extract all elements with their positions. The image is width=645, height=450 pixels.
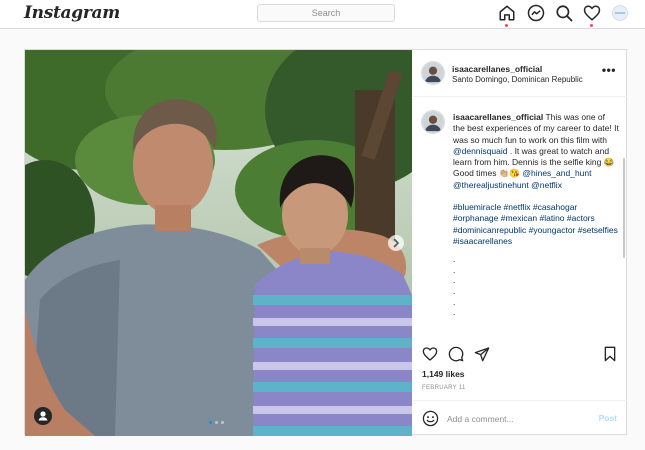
carousel-next-button[interactable] (388, 235, 404, 251)
comment-icon[interactable] (448, 346, 464, 362)
carousel-dot-2 (215, 421, 218, 424)
caption-username[interactable]: isaacarellanes_official (453, 112, 543, 122)
home-icon[interactable] (498, 4, 516, 22)
caption-hashtags[interactable]: #bluemiracle #netflix #casahogar #orphan… (453, 202, 619, 247)
caption-dot-line: . (453, 264, 456, 275)
post-header: isaacarellanes_official Santo Domingo, D… (413, 50, 627, 97)
like-heart-icon[interactable] (422, 346, 438, 362)
like-count[interactable]: 1,149 likes (422, 369, 465, 379)
share-icon[interactable] (474, 346, 490, 362)
mention-link[interactable]: @dennisquaid (453, 146, 507, 156)
photo-illustration (25, 50, 412, 436)
post-location[interactable]: Santo Domingo, Dominican Republic (452, 75, 583, 84)
caption-dot-line: . (453, 275, 456, 286)
top-nav: Instagram Search (0, 0, 645, 29)
post-author-avatar[interactable] (421, 61, 445, 85)
messenger-icon[interactable] (527, 4, 545, 22)
caption-dots: . . . . . . (453, 254, 619, 318)
caption-dot-line: . (453, 254, 456, 265)
home-notification-dot (505, 24, 508, 27)
emoji-icon[interactable] (422, 410, 439, 427)
caption-dot-line: . (453, 307, 456, 318)
carousel-dot-3 (221, 421, 224, 424)
mention-link[interactable]: @netflix (531, 180, 562, 190)
caption-author-avatar[interactable] (421, 110, 445, 134)
post-photo[interactable] (25, 50, 412, 436)
more-options-icon[interactable]: ••• (602, 63, 616, 77)
mention-link[interactable]: @hines_and_hunt (522, 168, 591, 178)
instagram-logo[interactable]: Instagram (24, 3, 120, 23)
post-caption: isaacarellanes_official This was one of … (453, 112, 619, 318)
save-bookmark-icon[interactable] (602, 346, 618, 362)
tagged-user-icon[interactable] (34, 407, 52, 425)
mention-link[interactable]: @therealjustinehunt (453, 180, 529, 190)
activity-heart-icon[interactable] (583, 4, 601, 22)
explore-icon[interactable] (555, 4, 573, 22)
comment-input[interactable] (447, 413, 587, 425)
caption-dot-line: . (453, 286, 456, 297)
carousel-dot-1 (209, 421, 212, 424)
search-input[interactable]: Search (257, 4, 395, 22)
comment-bar: Post (413, 400, 627, 436)
post-card: isaacarellanes_official Santo Domingo, D… (24, 49, 627, 436)
post-actions (413, 346, 627, 366)
profile-avatar[interactable] (611, 4, 629, 22)
caption-dot-line: . (453, 296, 456, 307)
post-date[interactable]: FEBRUARY 11 (422, 385, 466, 391)
post-comment-button[interactable]: Post (599, 413, 617, 423)
activity-notification-dot (590, 24, 593, 27)
caption-area: isaacarellanes_official This was one of … (413, 98, 627, 388)
post-side-panel: isaacarellanes_official Santo Domingo, D… (413, 50, 627, 436)
post-author-username[interactable]: isaacarellanes_official (452, 64, 542, 74)
caption-scrollbar[interactable] (623, 158, 625, 258)
